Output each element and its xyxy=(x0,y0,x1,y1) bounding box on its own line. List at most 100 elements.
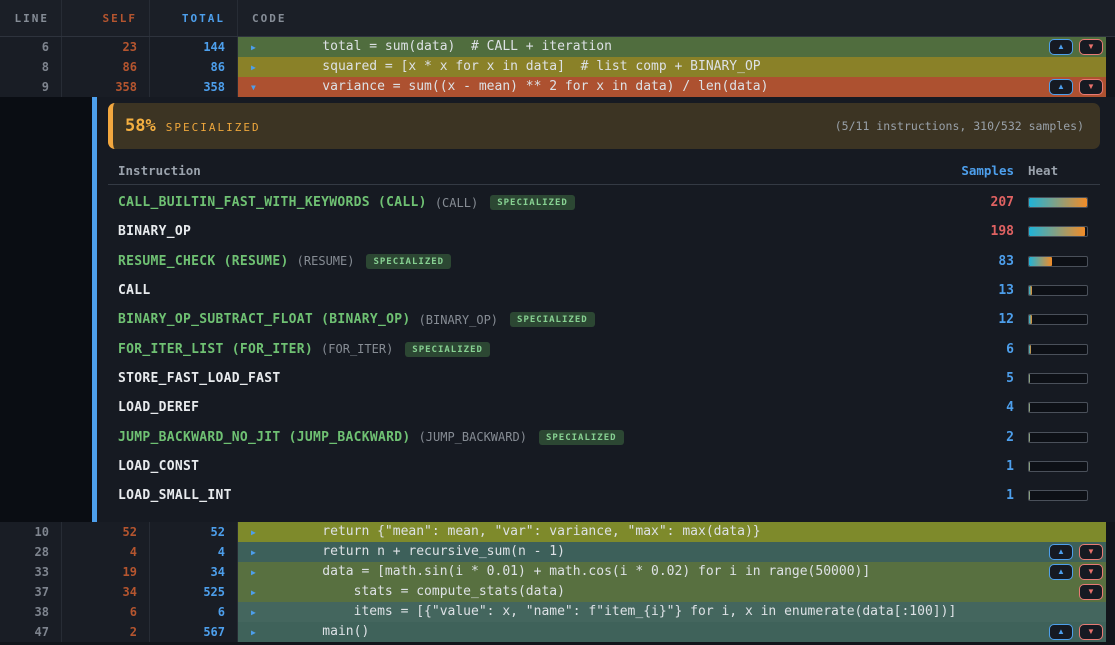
code-line-row[interactable]: 3866▶ items = [{"value": x, "name": f"it… xyxy=(0,602,1115,622)
heat-bar xyxy=(1028,402,1088,413)
expand-row-icon[interactable]: ▶ xyxy=(251,528,267,537)
instruction-generic-opcode: (FOR_ITER) xyxy=(321,342,393,356)
code-cell[interactable]: ▶ main()▲▼ xyxy=(238,622,1115,642)
instruction-samples: 2 xyxy=(934,430,1014,445)
nav-down-button[interactable]: ▼ xyxy=(1079,564,1103,580)
code-text: items = [{"value": x, "name": f"item_{i}… xyxy=(291,602,956,622)
heat-slot xyxy=(1028,285,1100,296)
instruction-samples: 1 xyxy=(934,459,1014,474)
total-samples: 34 xyxy=(150,562,238,582)
specialized-badge: SPECIALIZED xyxy=(539,430,624,445)
line-number: 28 xyxy=(0,542,62,562)
code-table-bottom: 105252▶ return {"mean": mean, "var": var… xyxy=(0,522,1115,642)
heat-bar-fill xyxy=(1029,315,1032,324)
heat-slot xyxy=(1028,197,1100,208)
instruction-samples: 1 xyxy=(934,488,1014,503)
right-gutter xyxy=(1106,522,1115,542)
heat-bar xyxy=(1028,256,1088,267)
self-samples: 86 xyxy=(62,57,150,77)
nav-up-button[interactable]: ▲ xyxy=(1049,79,1073,95)
instruction-samples: 6 xyxy=(934,342,1014,357)
instruction-name: LOAD_SMALL_INT xyxy=(108,488,934,503)
column-header-self: SELF xyxy=(62,0,150,36)
nav-down-button[interactable]: ▼ xyxy=(1079,79,1103,95)
column-header-samples: Samples xyxy=(934,163,1014,178)
instruction-samples: 83 xyxy=(934,254,1014,269)
code-line-row[interactable]: 331934▶ data = [math.sin(i * 0.01) + mat… xyxy=(0,562,1115,582)
instruction-opcode: CALL_BUILTIN_FAST_WITH_KEYWORDS (CALL) xyxy=(118,195,427,210)
specialized-label: SPECIALIZED xyxy=(166,121,261,134)
specialization-summary: (5/11 instructions, 310/532 samples) xyxy=(835,119,1084,133)
expand-row-icon[interactable]: ▶ xyxy=(251,568,267,577)
total-samples: 567 xyxy=(150,622,238,642)
code-line-row[interactable]: 3734525▶ stats = compute_stats(data)▼ xyxy=(0,582,1115,602)
nav-down-button[interactable]: ▼ xyxy=(1079,544,1103,560)
code-line-row[interactable]: 472567▶ main()▲▼ xyxy=(0,622,1115,642)
code-cell[interactable]: ▶ stats = compute_stats(data)▼ xyxy=(238,582,1115,602)
nav-down-button[interactable]: ▼ xyxy=(1079,39,1103,55)
instruction-name: BINARY_OP_SUBTRACT_FLOAT (BINARY_OP)(BIN… xyxy=(108,312,934,327)
expand-row-icon[interactable]: ▶ xyxy=(251,608,267,617)
expand-row-icon[interactable]: ▶ xyxy=(251,628,267,637)
instruction-opcode: LOAD_SMALL_INT xyxy=(118,488,232,503)
code-line-row[interactable]: 9358358▼ variance = sum((x - mean) ** 2 … xyxy=(0,77,1115,97)
instruction-samples: 207 xyxy=(934,195,1014,210)
column-header-heat: Heat xyxy=(1028,163,1100,178)
heat-bar-fill xyxy=(1029,403,1030,412)
total-samples: 52 xyxy=(150,522,238,542)
code-line-row[interactable]: 88686▶ squared = [x * x for x in data] #… xyxy=(0,57,1115,77)
heat-bar-fill xyxy=(1029,491,1030,500)
code-cell[interactable]: ▼ variance = sum((x - mean) ** 2 for x i… xyxy=(238,77,1115,97)
total-samples: 86 xyxy=(150,57,238,77)
heat-bar xyxy=(1028,226,1088,237)
collapse-row-icon[interactable]: ▼ xyxy=(251,83,267,92)
instruction-row: LOAD_DEREF4 xyxy=(108,393,1100,422)
self-samples: 358 xyxy=(62,77,150,97)
heat-bar xyxy=(1028,197,1088,208)
total-samples: 6 xyxy=(150,602,238,622)
code-cell[interactable]: ▶ return {"mean": mean, "var": variance,… xyxy=(238,522,1115,542)
instruction-samples: 12 xyxy=(934,312,1014,327)
code-line-row[interactable]: 623144▶ total = sum(data) # CALL + itera… xyxy=(0,37,1115,57)
instruction-row: LOAD_CONST 1 xyxy=(108,452,1100,481)
code-line-row[interactable]: 2844▶ return n + recursive_sum(n - 1)▲▼ xyxy=(0,542,1115,562)
specialization-banner: 58% SPECIALIZED (5/11 instructions, 310/… xyxy=(108,103,1100,149)
instruction-samples: 5 xyxy=(934,371,1014,386)
code-cell[interactable]: ▶ squared = [x * x for x in data] # list… xyxy=(238,57,1115,77)
heat-bar xyxy=(1028,461,1088,472)
nav-up-button[interactable]: ▲ xyxy=(1049,564,1073,580)
code-cell[interactable]: ▶ return n + recursive_sum(n - 1) ▲ ▼ xyxy=(238,542,1115,562)
self-samples: 52 xyxy=(62,522,150,542)
specialized-badge: SPECIALIZED xyxy=(366,254,451,269)
code-cell[interactable]: ▶ total = sum(data) # CALL + iteration▲▼ xyxy=(238,37,1115,57)
right-gutter xyxy=(1106,622,1115,642)
code-rows-top: 623144▶ total = sum(data) # CALL + itera… xyxy=(0,37,1115,97)
expand-row-icon[interactable]: ▶ xyxy=(251,63,267,72)
heat-bar-fill xyxy=(1029,374,1030,383)
nav-down-button[interactable]: ▼ xyxy=(1079,584,1103,600)
nav-up-button[interactable]: ▲ xyxy=(1049,624,1073,640)
code-line-row[interactable]: 105252▶ return {"mean": mean, "var": var… xyxy=(0,522,1115,542)
self-samples: 23 xyxy=(62,37,150,57)
expand-row-icon[interactable]: ▶ xyxy=(251,43,267,52)
instruction-opcode: BINARY_OP xyxy=(118,224,191,239)
expand-row-icon[interactable]: ▶ xyxy=(251,548,267,557)
code-rows-bottom: 105252▶ return {"mean": mean, "var": var… xyxy=(0,522,1115,642)
instruction-opcode: LOAD_CONST xyxy=(118,459,199,474)
instruction-row: BINARY_OP 198 xyxy=(108,217,1100,246)
nav-up-button[interactable]: ▲ xyxy=(1049,39,1073,55)
total-samples: 4 xyxy=(150,542,238,562)
heat-slot xyxy=(1028,344,1100,355)
instruction-samples: 198 xyxy=(934,224,1014,239)
heat-bar xyxy=(1028,373,1088,384)
instruction-generic-opcode: (JUMP_BACKWARD) xyxy=(419,430,527,444)
code-cell[interactable]: ▶ items = [{"value": x, "name": f"item_{… xyxy=(238,602,1115,622)
nav-up-button[interactable]: ▲ xyxy=(1049,544,1073,560)
code-text: return n + recursive_sum(n - 1) xyxy=(291,542,565,562)
expand-row-icon[interactable]: ▶ xyxy=(251,588,267,597)
column-header-line: LINE xyxy=(0,0,62,36)
code-cell[interactable]: ▶ data = [math.sin(i * 0.01) + math.cos(… xyxy=(238,562,1115,582)
specialized-percent: 58% xyxy=(125,116,156,136)
nav-down-button[interactable]: ▼ xyxy=(1079,624,1103,640)
instruction-samples: 13 xyxy=(934,283,1014,298)
